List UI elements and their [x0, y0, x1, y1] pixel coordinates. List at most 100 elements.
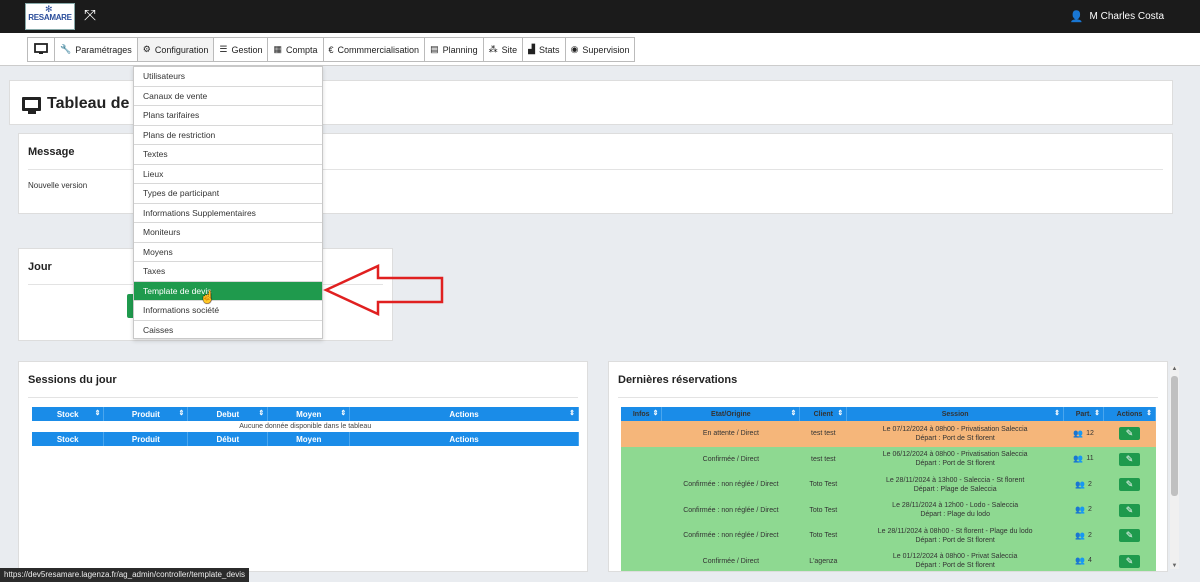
session-departure: Départ : Plage de Saleccia [913, 485, 997, 493]
column-header-produit[interactable]: Produit ⇕ [103, 407, 189, 421]
dropdown-item-informations-societe[interactable]: Informations société [134, 301, 322, 321]
edit-button[interactable]: ✎ [1119, 452, 1140, 466]
dropdown-item-template-de-devis[interactable]: Template de devis [134, 281, 322, 301]
menu-label: Compta [286, 44, 318, 55]
scrollbar-thumb[interactable] [1171, 376, 1178, 496]
dropdown-item-plans-tarifaires[interactable]: Plans tarifaires [134, 106, 322, 126]
table-row[interactable]: Confirmée : non réglée / Direct Toto Tes… [621, 497, 1156, 523]
sort-icon: ⇕ [178, 410, 185, 417]
menu-item-compta[interactable]: ▦ Compta [268, 37, 324, 62]
sessions-panel-title: Sessions du jour [28, 374, 117, 386]
column-label: Moyen [296, 409, 322, 419]
user-plus-icon: 👤 [1069, 11, 1084, 23]
session-departure: Départ : Port de St florent [915, 434, 995, 442]
resamare-logo[interactable]: ✻ RESAMARE [25, 3, 75, 30]
scroll-up-icon[interactable]: ▲ [1171, 366, 1178, 372]
menu-item-parametrages[interactable]: 🔧 Paramétrages [55, 37, 138, 62]
euro-icon: € [328, 44, 334, 55]
menu-item-supervision[interactable]: ◉ Supervision [565, 37, 636, 62]
dropdown-item-moniteurs[interactable]: Moniteurs [134, 223, 322, 243]
dropdown-item-plans-de-restriction[interactable]: Plans de restriction [134, 126, 322, 145]
empty-message: Aucune donnée disponible dans le tableau [32, 421, 579, 432]
menu-label: Configuration [154, 44, 209, 55]
menu-label: Commmercialisation [337, 44, 420, 55]
sort-icon: ⇕ [340, 410, 347, 417]
wrench-icon: 🔧 [60, 44, 72, 54]
dropdown-item-types-de-participant[interactable]: Types de participant [134, 184, 322, 204]
message-panel-title: Message [28, 146, 75, 158]
info-cell [621, 421, 662, 447]
table-row[interactable]: Confirmée : non réglée / Direct Toto Tes… [621, 523, 1156, 549]
column-header-actions[interactable]: Actions ⇕ [349, 407, 579, 421]
actions-cell: ✎ [1103, 523, 1156, 549]
table-row[interactable]: En attente / Direct test test Le 07/12/2… [621, 421, 1156, 447]
menu-item-stats[interactable]: ▟ Stats [523, 37, 566, 62]
edit-button[interactable]: ✎ [1119, 529, 1140, 543]
menu-item-configuration[interactable]: ⚙ Configuration [137, 37, 215, 62]
part-count: 2 [1088, 480, 1092, 488]
column-header-session[interactable]: Session ⇕ [846, 407, 1065, 421]
user-menu[interactable]: 👤 M Charles Costa [1070, 10, 1164, 23]
column-header-part[interactable]: Part. ⇕ [1063, 407, 1104, 421]
scroll-down-icon[interactable]: ▼ [1171, 563, 1178, 569]
menu-item-gestion[interactable]: ☰ Gestion [214, 37, 269, 62]
page-scrollbar[interactable]: ▲ ▼ [1170, 366, 1179, 569]
column-header-client[interactable]: Client ⇕ [799, 407, 848, 421]
actions-cell: ✎ [1103, 446, 1156, 472]
column-header-moyen[interactable]: Moyen ⇕ [267, 407, 351, 421]
menu-item-commercialisation[interactable]: € Commmercialisation [323, 37, 426, 62]
column-label: Actions [449, 409, 479, 419]
edit-button[interactable]: ✎ [1119, 478, 1140, 492]
dropdown-item-lieux[interactable]: Lieux [134, 165, 322, 184]
hand-cursor-icon: ☝ [200, 290, 215, 304]
dropdown-item-caisses[interactable]: Caisses [134, 321, 322, 341]
info-cell [621, 523, 662, 549]
menu-item-dashboard[interactable] [27, 37, 55, 62]
column-footer-moyen: Moyen [267, 432, 351, 446]
status-cell: Confirmée : non réglée / Direct [661, 523, 800, 549]
part-cell: 👥 12 [1063, 421, 1104, 447]
client-cell: test test [799, 421, 847, 447]
edit-button[interactable]: ✎ [1119, 427, 1140, 441]
configuration-dropdown: Utilisateurs Canaux de vente Plans tarif… [133, 66, 323, 339]
menu-item-site[interactable]: ⁂ Site [483, 37, 524, 62]
dropdown-item-canaux-de-vente[interactable]: Canaux de vente [134, 87, 322, 106]
users-icon: 👥 [1075, 530, 1086, 540]
column-header-debut[interactable]: Debut ⇕ [187, 407, 269, 421]
column-header-etat[interactable]: Etat/Origine ⇕ [661, 407, 801, 421]
column-footer-debut: Début [187, 432, 269, 446]
list-icon: ☰ [219, 44, 228, 54]
column-label: Produit [131, 409, 160, 419]
table-row[interactable]: Confirmée : non réglée / Direct Toto Tes… [621, 472, 1156, 498]
dropdown-item-textes[interactable]: Textes [134, 145, 322, 165]
menu-item-planning[interactable]: ▤ Planning [425, 37, 484, 62]
menu-label: Stats [539, 44, 560, 55]
dropdown-item-taxes[interactable]: Taxes [134, 262, 322, 282]
sessions-panel: Sessions du jour Stock ⇕ Produit ⇕ Debut ⇕ … [18, 361, 588, 572]
actions-cell: ✎ [1103, 548, 1156, 571]
edit-button[interactable]: ✎ [1119, 554, 1140, 568]
fullscreen-icon[interactable]: ⤧ [82, 8, 98, 24]
client-cell: Toto Test [799, 497, 847, 523]
dropdown-item-informations-supplementaires[interactable]: Informations Supplementaires [134, 204, 322, 223]
column-header-actions[interactable]: Actions ⇕ [1103, 407, 1156, 421]
part-cell: 👥 2 [1063, 472, 1104, 498]
sort-icon: ⇕ [790, 410, 797, 417]
part-count: 2 [1088, 506, 1092, 514]
dropdown-item-moyens[interactable]: Moyens [134, 243, 322, 262]
table-row[interactable]: Confirmée / Direct L'agenza Le 01/12/202… [621, 548, 1156, 571]
table-row[interactable]: Confirmée / Direct test test Le 06/12/20… [621, 446, 1156, 472]
column-label: Session [941, 410, 969, 418]
client-cell: Toto Test [799, 472, 847, 498]
column-header-infos[interactable]: Infos ⇕ [621, 407, 663, 421]
table-header-row: Infos ⇕ Etat/Origine ⇕ Client ⇕ Session ⇕ Pa… [621, 407, 1156, 421]
table-footer-row: Stock Produit Début Moyen Actions [32, 432, 579, 446]
jour-panel-title: Jour [28, 261, 52, 273]
edit-button[interactable]: ✎ [1119, 503, 1140, 517]
column-header-stock[interactable]: Stock ⇕ [32, 407, 105, 421]
reservations-panel: Dernières réservations Infos ⇕ Etat/Origi… [608, 361, 1168, 572]
dropdown-item-utilisateurs[interactable]: Utilisateurs [134, 67, 322, 87]
chart-icon: ▟ [528, 44, 536, 54]
user-name: M Charles Costa [1089, 11, 1164, 22]
session-departure: Départ : Plage du lodo [920, 511, 990, 519]
